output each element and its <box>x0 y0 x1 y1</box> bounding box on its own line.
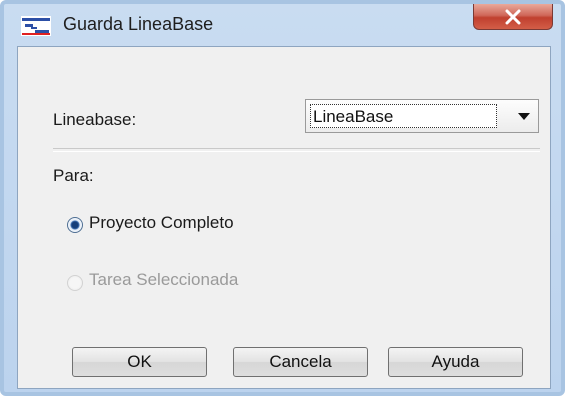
title-bar[interactable]: Guarda LineaBase <box>4 4 561 44</box>
separator <box>53 148 540 152</box>
help-button[interactable]: Ayuda <box>388 347 523 377</box>
radio-tarea-seleccionada[interactable] <box>67 275 83 291</box>
lineabase-dropdown[interactable]: LineaBase <box>305 99 539 133</box>
ok-button[interactable]: OK <box>72 347 207 377</box>
dropdown-selected-value: LineaBase <box>313 107 394 126</box>
app-icon <box>21 16 51 36</box>
dialog-window: Guarda LineaBase Lineabase: LineaBase Pa… <box>0 0 565 396</box>
para-label: Para: <box>53 166 94 185</box>
close-button[interactable] <box>473 4 553 30</box>
radio-proyecto-completo[interactable] <box>67 217 83 233</box>
dropdown-focus-rect: LineaBase <box>310 104 497 128</box>
window-title: Guarda LineaBase <box>63 14 214 34</box>
radio-label-proyecto-completo[interactable]: Proyecto Completo <box>89 213 234 233</box>
dialog-body: Lineabase: LineaBase Para: Proyecto Comp… <box>17 46 551 389</box>
chevron-down-icon <box>518 113 530 120</box>
lineabase-label: Lineabase: <box>53 110 137 129</box>
cancel-button[interactable]: Cancela <box>233 347 368 377</box>
radio-label-tarea-seleccionada[interactable]: Tarea Seleccionada <box>89 270 238 290</box>
close-x-icon <box>505 9 521 24</box>
